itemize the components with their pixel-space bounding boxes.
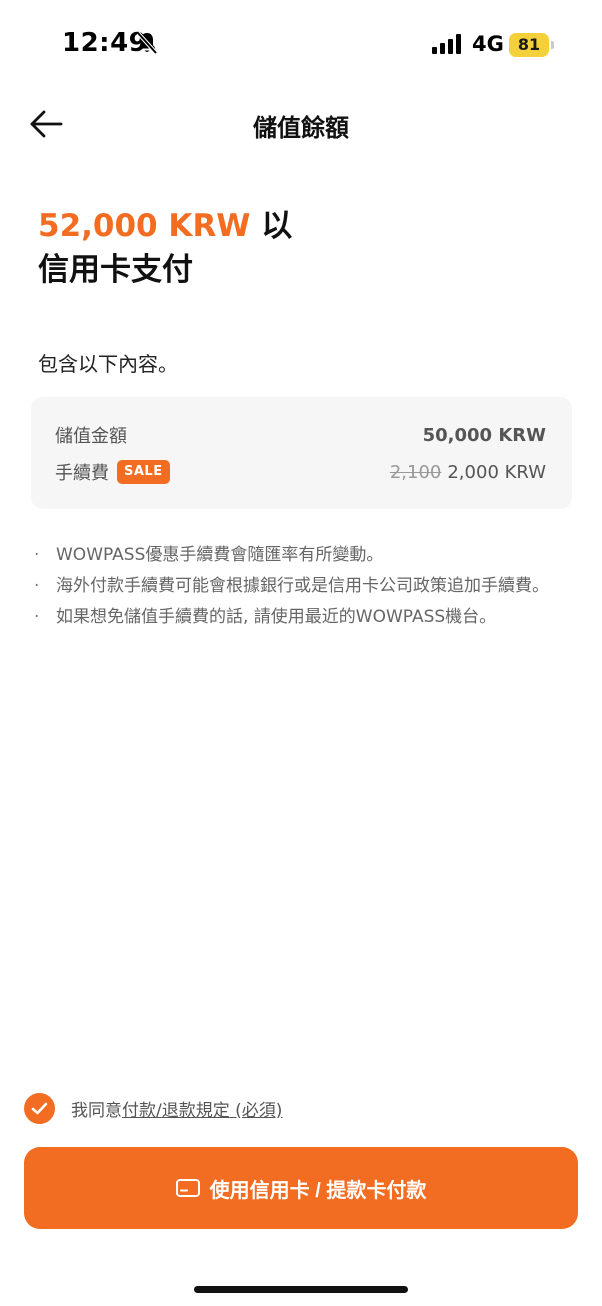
charge-amount-row: 儲值金額 50,000 KRW	[55, 420, 546, 450]
home-indicator[interactable]	[194, 1286, 408, 1293]
payment-headline: 52,000 KRW 以 信用卡支付	[38, 204, 292, 292]
fee-original-price: 2,100	[389, 461, 442, 483]
note-text: 如果想免儲值手續費的話, 請使用最近的WOWPASS機台。	[56, 607, 497, 627]
pay-with-card-button[interactable]: 使用信用卡 / 提款卡付款	[24, 1147, 578, 1229]
agreement-checkbox[interactable]	[24, 1092, 55, 1124]
sale-badge: SALE	[117, 460, 170, 484]
fee-discounted-price: 2,000 KRW	[447, 461, 546, 483]
page-title: 儲值餘額	[253, 114, 349, 142]
note-item: · 海外付款手續費可能會根據銀行或是信用卡公司政策追加手續費。	[34, 571, 574, 602]
note-item: · WOWPASS優惠手續費會隨匯率有所變動。	[34, 540, 574, 571]
checkmark-icon	[31, 1102, 48, 1114]
credit-card-icon	[175, 1179, 200, 1197]
fee-values: 2,100 2,000 KRW	[390, 462, 546, 483]
note-bullet: ·	[34, 607, 40, 627]
headline-line-1: 52,000 KRW 以	[38, 204, 292, 248]
fee-label: 手續費	[55, 463, 109, 484]
note-item: · 如果想免儲值手續費的話, 請使用最近的WOWPASS機台。	[34, 602, 574, 633]
notes-list: · WOWPASS優惠手續費會隨匯率有所變動。 · 海外付款手續費可能會根據銀行…	[34, 540, 574, 633]
fee-row: 手續費 SALE 2,100 2,000 KRW	[55, 457, 546, 487]
note-text: 海外付款手續費可能會根據銀行或是信用卡公司政策追加手續費。	[56, 576, 549, 596]
agreement-required: (必須)	[229, 1100, 283, 1121]
headline-suffix: 以	[250, 208, 293, 244]
battery-icon: 81	[509, 33, 554, 57]
bell-slash-icon	[136, 31, 158, 55]
refund-terms-link[interactable]: 退款規定	[162, 1101, 230, 1121]
signal-icon	[432, 34, 461, 54]
status-time: 12:49	[62, 28, 148, 58]
headline-amount: 52,000 KRW	[38, 208, 251, 244]
status-bar: 12:49 4G 81	[0, 0, 602, 90]
network-type: 4G	[472, 32, 504, 56]
summary-card: 儲值金額 50,000 KRW 手續費 SALE 2,100 2,000 KRW	[31, 397, 572, 509]
battery-level: 81	[517, 35, 541, 54]
pay-button-label: 使用信用卡 / 提款卡付款	[209, 1179, 427, 1202]
charge-amount-label: 儲值金額	[55, 426, 127, 447]
payment-terms-link[interactable]: 付款	[122, 1101, 156, 1121]
agreement-checkbox-row[interactable]: 我同意付款/退款規定 (必須)	[24, 1092, 282, 1124]
note-text: WOWPASS優惠手續費會隨匯率有所變動。	[56, 545, 384, 565]
charge-amount-value: 50,000 KRW	[422, 424, 546, 446]
includes-label: 包含以下內容。	[38, 352, 178, 376]
agreement-text: 我同意付款/退款規定 (必須)	[71, 1096, 282, 1121]
agreement-prefix: 我同意	[71, 1100, 122, 1121]
fee-label-group: 手續費 SALE	[55, 459, 170, 485]
note-bullet: ·	[34, 576, 40, 596]
note-bullet: ·	[34, 545, 40, 565]
headline-line-2: 信用卡支付	[38, 252, 193, 288]
battery-nub	[551, 41, 554, 49]
